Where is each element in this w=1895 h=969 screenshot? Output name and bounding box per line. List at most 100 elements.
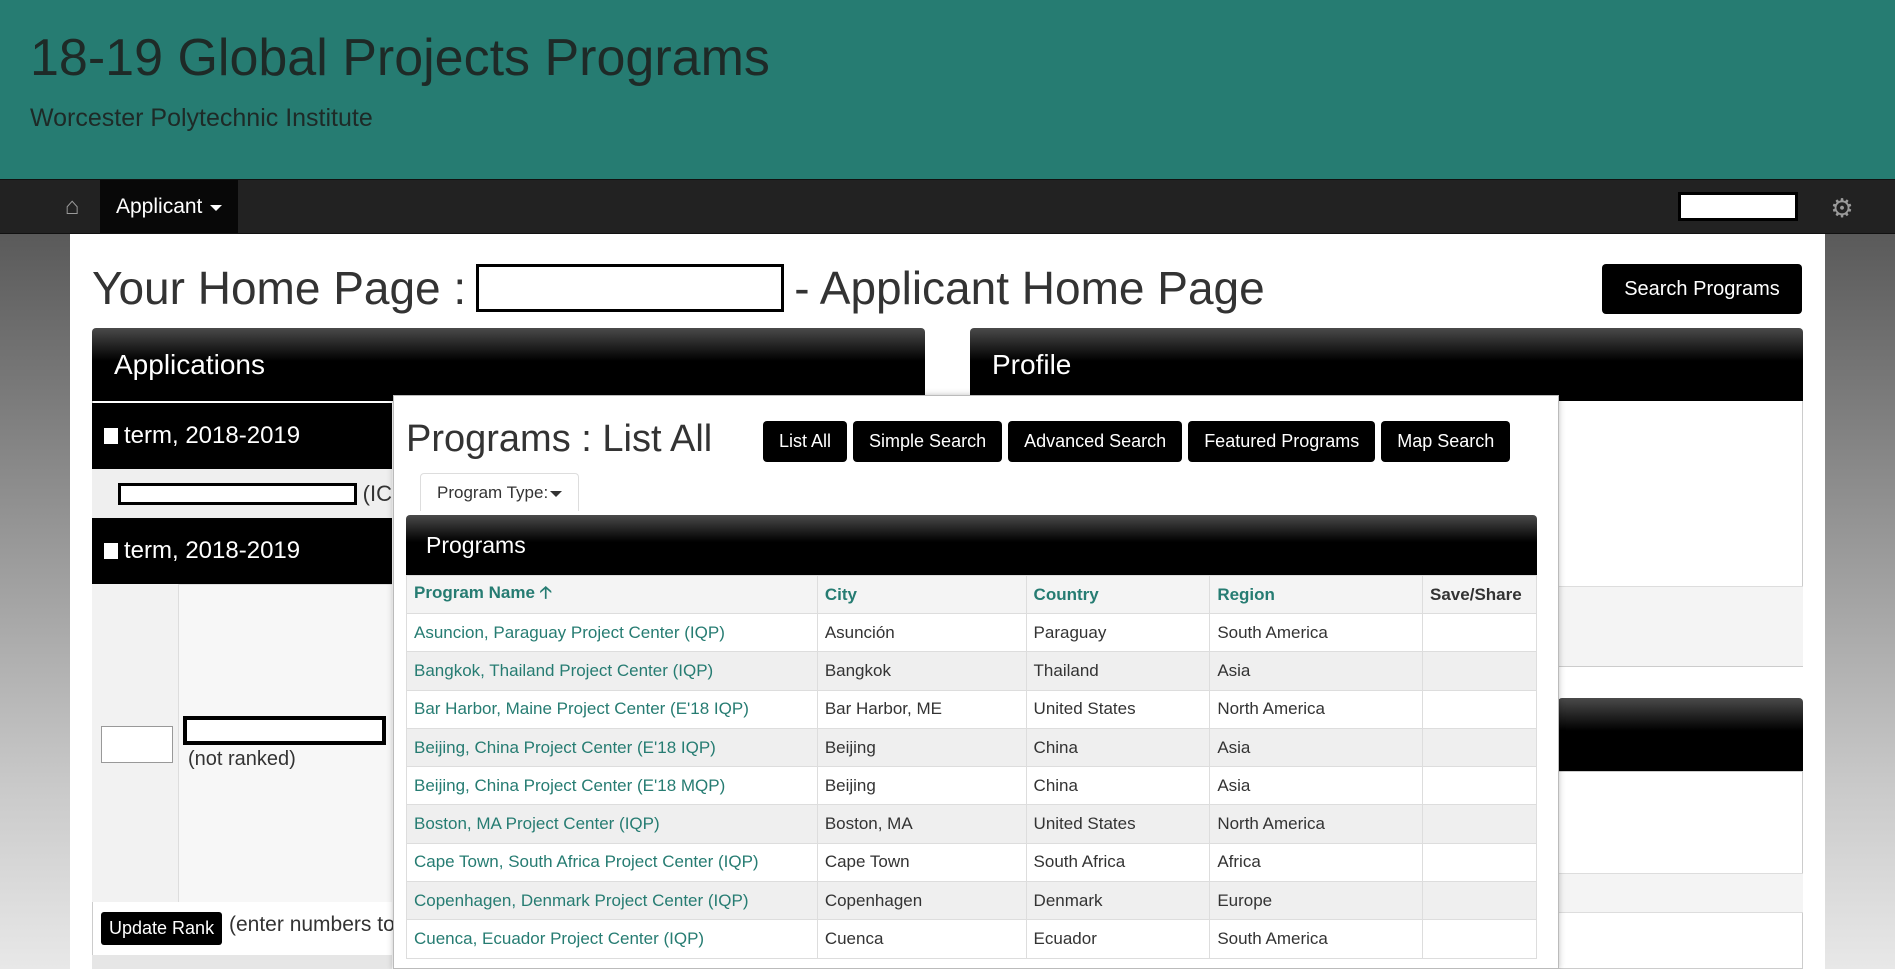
program-name-link[interactable]: Cuenca, Ecuador Project Center (IQP) <box>406 919 818 959</box>
horizontal-scrollbar[interactable] <box>92 955 392 969</box>
save-share-cell[interactable] <box>1422 727 1537 768</box>
programs-panel-title: Programs <box>406 515 1537 575</box>
table-row: Cuenca, Ecuador Project Center (IQP) Cuen… <box>406 919 1537 959</box>
program-name-link[interactable]: Cape Town, South Africa Project Center (… <box>406 842 818 883</box>
side-panel-body <box>1558 771 1803 969</box>
region-cell: Asia <box>1209 766 1424 806</box>
rank-hint: (enter numbers to <box>229 913 394 936</box>
table-row: Beijing, China Project Center (E'18 MQP)… <box>406 766 1537 806</box>
country-cell: Paraguay <box>1025 612 1211 653</box>
not-ranked-label: (not ranked) <box>188 748 296 770</box>
chevron-down-icon <box>210 204 223 211</box>
programs-modal: Programs : List All List All Simple Sear… <box>393 395 1559 969</box>
page-title-prefix: Your Home Page : <box>92 262 467 314</box>
program-name-link[interactable]: Beijing, China Project Center (E'18 MQP) <box>406 766 818 806</box>
chevron-down-icon <box>550 490 563 497</box>
save-share-cell[interactable] <box>1422 766 1537 806</box>
save-share-cell[interactable] <box>1422 651 1537 691</box>
country-cell: China <box>1025 727 1211 768</box>
term-header: term, 2018-2019 <box>92 403 392 469</box>
application-entry[interactable]: (IC <box>92 469 392 518</box>
save-share-cell[interactable] <box>1422 881 1537 921</box>
redacted-term <box>104 543 118 559</box>
search-programs-button[interactable]: Search Programs <box>1602 264 1802 314</box>
simple-search-button[interactable]: Simple Search <box>853 421 1003 462</box>
column-header-country[interactable]: Country <box>1025 575 1211 614</box>
country-cell: China <box>1025 766 1211 806</box>
city-cell: Boston, MA <box>816 804 1027 844</box>
city-cell: Cuenca <box>816 919 1027 959</box>
city-cell: Beijing <box>816 766 1027 806</box>
modal-title: Programs : List All <box>406 418 713 460</box>
column-header-city[interactable]: City <box>816 575 1027 614</box>
table-row: Beijing, China Project Center (E'18 IQP)… <box>406 727 1537 768</box>
program-name-link[interactable]: Copenhagen, Denmark Project Center (IQP) <box>406 881 818 921</box>
country-cell: United States <box>1025 804 1211 844</box>
rank-input[interactable] <box>101 726 173 763</box>
program-name-link[interactable]: Asuncion, Paraguay Project Center (IQP) <box>406 612 818 653</box>
applicant-menu[interactable]: Applicant <box>100 180 239 233</box>
city-cell: Bar Harbor, ME <box>816 689 1027 729</box>
program-name-link[interactable]: Beijing, China Project Center (E'18 IQP) <box>406 727 818 768</box>
table-row: Asuncion, Paraguay Project Center (IQP) A… <box>406 612 1537 653</box>
country-cell: South Africa <box>1025 842 1211 883</box>
profile-panel-footer <box>1558 586 1803 666</box>
city-cell: Beijing <box>816 727 1027 768</box>
city-cell: Cape Town <box>816 842 1027 883</box>
side-panel-row <box>1558 873 1803 913</box>
navbar: ⌂ Applicant ⚙ <box>0 179 1895 234</box>
region-cell: South America <box>1209 612 1424 653</box>
programs-table: Program Name 🡡 City Country Region Save/… <box>406 575 1537 959</box>
table-row: Cape Town, South Africa Project Center (… <box>406 842 1537 883</box>
region-cell: South America <box>1209 919 1424 959</box>
save-share-cell[interactable] <box>1422 919 1537 959</box>
program-name-link[interactable]: Bangkok, Thailand Project Center (IQP) <box>406 651 818 691</box>
table-row: Boston, MA Project Center (IQP) Boston, M… <box>406 804 1537 844</box>
term-label: term, 2018-2019 <box>124 422 301 449</box>
program-type-dropdown[interactable]: Program Type: <box>420 473 580 511</box>
home-icon[interactable]: ⌂ <box>58 193 86 220</box>
user-name-redacted[interactable] <box>1678 192 1798 221</box>
column-header-region[interactable]: Region <box>1209 575 1424 614</box>
term-header: term, 2018-2019 <box>92 518 392 584</box>
program-name-link[interactable]: Bar Harbor, Maine Project Center (E'18 I… <box>406 689 818 729</box>
update-rank-button[interactable]: Update Rank <box>101 912 223 945</box>
redacted-name <box>476 264 785 312</box>
city-cell: Copenhagen <box>816 881 1027 921</box>
region-cell: Asia <box>1209 727 1424 768</box>
featured-programs-button[interactable]: Featured Programs <box>1188 421 1376 462</box>
applicant-menu-label: Applicant <box>116 194 203 218</box>
program-name-link[interactable]: Boston, MA Project Center (IQP) <box>406 804 818 844</box>
site-header: 18-19 Global Projects Programs Worcester… <box>0 0 1895 179</box>
page-title: Your Home Page : - Applicant Home Page <box>92 262 1265 314</box>
redacted-term <box>104 428 118 444</box>
city-cell: Asunción <box>816 612 1027 653</box>
region-cell: North America <box>1209 689 1424 729</box>
region-cell: Europe <box>1209 881 1424 921</box>
save-share-cell[interactable] <box>1422 842 1537 883</box>
page-title-suffix: - Applicant Home Page <box>794 262 1265 314</box>
region-cell: North America <box>1209 804 1424 844</box>
country-cell: Ecuador <box>1025 919 1211 959</box>
site-subtitle: Worcester Polytechnic Institute <box>30 104 373 132</box>
save-share-cell[interactable] <box>1422 612 1537 653</box>
city-cell: Bangkok <box>816 651 1027 691</box>
save-share-cell[interactable] <box>1422 804 1537 844</box>
table-row: Copenhagen, Denmark Project Center (IQP)… <box>406 881 1537 921</box>
arrow-up-icon: 🡡 <box>539 583 552 602</box>
profile-panel-title: Profile <box>970 328 1803 401</box>
table-header-row: Program Name 🡡 City Country Region Save/… <box>406 575 1537 614</box>
advanced-search-button[interactable]: Advanced Search <box>1008 421 1183 462</box>
country-cell: United States <box>1025 689 1211 729</box>
redacted-program[interactable] <box>183 716 386 745</box>
column-header-program-name[interactable]: Program Name 🡡 <box>406 575 818 614</box>
gear-icon[interactable]: ⚙ <box>1827 193 1857 223</box>
modal-nav-buttons: List All Simple Search Advanced Search F… <box>763 421 1511 462</box>
map-search-button[interactable]: Map Search <box>1381 421 1511 462</box>
region-cell: Asia <box>1209 651 1424 691</box>
region-cell: Africa <box>1209 842 1424 883</box>
site-title: 18-19 Global Projects Programs <box>30 29 770 87</box>
applications-panel-title: Applications <box>92 328 925 401</box>
save-share-cell[interactable] <box>1422 689 1537 729</box>
list-all-button[interactable]: List All <box>763 421 848 462</box>
